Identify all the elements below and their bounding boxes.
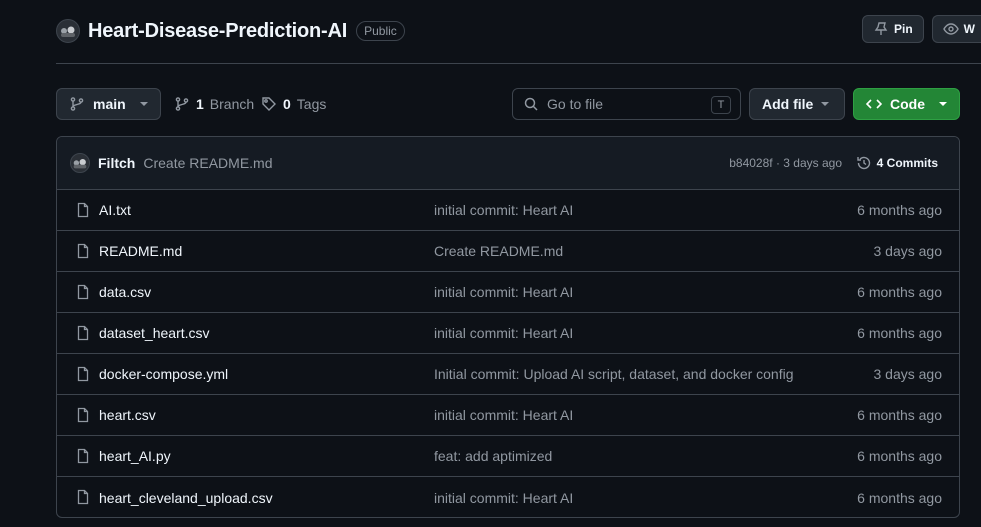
repo-header: Heart-Disease-Prediction-AI Public Pin W <box>56 15 981 46</box>
commit-author[interactable]: Filtch <box>98 155 135 171</box>
file-name[interactable]: dataset_heart.csv <box>99 325 210 341</box>
chevron-down-icon <box>140 102 148 106</box>
file-row[interactable]: heart_AI.py feat: add aptimized 6 months… <box>57 436 959 477</box>
file-row[interactable]: dataset_heart.csv initial commit: Heart … <box>57 313 959 354</box>
commits-label: 4 Commits <box>876 156 938 170</box>
file-row[interactable]: heart.csv initial commit: Heart AI 6 mon… <box>57 395 959 436</box>
repo-page: Heart-Disease-Prediction-AI Public Pin W <box>0 0 981 527</box>
file-table: Filtch Create README.md b84028f · 3 days… <box>56 136 960 518</box>
file-icon <box>77 202 89 218</box>
go-to-file-search[interactable]: T <box>512 88 741 120</box>
file-commit-message[interactable]: Create README.md <box>434 243 563 259</box>
file-date: 6 months ago <box>857 325 942 341</box>
pin-icon <box>874 22 888 35</box>
commit-hash-time[interactable]: b84028f · 3 days ago <box>729 156 842 170</box>
file-date: 6 months ago <box>857 407 942 423</box>
branches-count: 1 <box>196 96 204 112</box>
header-actions: Pin W <box>862 15 981 43</box>
file-commit-message[interactable]: initial commit: Heart AI <box>434 407 573 423</box>
search-icon <box>524 97 538 111</box>
watch-button[interactable]: W <box>931 15 981 43</box>
file-name[interactable]: AI.txt <box>99 202 131 218</box>
file-icon <box>77 448 89 464</box>
file-icon <box>77 366 89 382</box>
file-name[interactable]: heart_AI.py <box>99 448 171 464</box>
file-commit-message[interactable]: initial commit: Heart AI <box>434 325 573 341</box>
author-avatar[interactable] <box>70 153 90 173</box>
file-commit-message[interactable]: Initial commit: Upload AI script, datase… <box>434 366 794 382</box>
header-divider <box>56 63 981 64</box>
branch-icon <box>70 97 84 111</box>
search-input[interactable] <box>547 96 707 112</box>
eye-icon <box>942 23 959 35</box>
commit-message[interactable]: Create README.md <box>143 155 272 171</box>
file-icon <box>77 243 89 259</box>
tag-icon <box>262 97 276 111</box>
file-row[interactable]: docker-compose.yml Initial commit: Uploa… <box>57 354 959 395</box>
tags-link[interactable]: 0 Tags <box>261 88 326 120</box>
branch-label: main <box>93 96 126 112</box>
shortcut-hint: T <box>711 96 731 114</box>
file-commit-message[interactable]: feat: add aptimized <box>434 448 552 464</box>
file-row[interactable]: AI.txt initial commit: Heart AI 6 months… <box>57 190 959 231</box>
file-name[interactable]: heart_cleveland_upload.csv <box>99 490 273 506</box>
file-date: 3 days ago <box>873 243 943 259</box>
file-row[interactable]: data.csv initial commit: Heart AI 6 mont… <box>57 272 959 313</box>
branch-selector[interactable]: main <box>56 88 161 120</box>
file-commit-message[interactable]: initial commit: Heart AI <box>434 202 573 218</box>
code-icon <box>866 99 882 109</box>
file-commit-message[interactable]: initial commit: Heart AI <box>434 284 573 300</box>
file-icon <box>77 489 89 505</box>
watch-label: W <box>963 22 975 36</box>
visibility-badge: Public <box>356 21 405 41</box>
branch-icon <box>175 97 189 111</box>
latest-commit-bar: Filtch Create README.md b84028f · 3 days… <box>57 137 959 190</box>
file-name[interactable]: README.md <box>99 243 182 259</box>
file-icon <box>77 325 89 341</box>
repo-toolbar: main 1 Branch 0 Tags T Add f <box>56 88 960 120</box>
tags-count: 0 <box>283 96 291 112</box>
code-label: Code <box>890 96 925 112</box>
add-file-label: Add file <box>762 96 814 112</box>
tags-label: Tags <box>296 96 327 112</box>
pin-label: Pin <box>894 22 913 36</box>
file-icon <box>77 407 89 423</box>
repo-name[interactable]: Heart-Disease-Prediction-AI <box>88 20 347 43</box>
branches-link[interactable]: 1 Branch <box>174 88 254 120</box>
code-button[interactable]: Code <box>853 88 960 120</box>
branches-label: Branch <box>209 96 255 112</box>
file-icon <box>77 284 89 300</box>
chevron-down-icon <box>821 102 830 106</box>
history-icon <box>856 156 870 170</box>
file-date: 6 months ago <box>857 284 942 300</box>
commits-link[interactable]: 4 Commits <box>856 155 938 171</box>
file-date: 6 months ago <box>857 448 942 464</box>
file-row[interactable]: heart_cleveland_upload.csv initial commi… <box>57 477 959 517</box>
file-name[interactable]: docker-compose.yml <box>99 366 228 382</box>
file-row[interactable]: README.md Create README.md 3 days ago <box>57 231 959 272</box>
file-list: AI.txt initial commit: Heart AI 6 months… <box>57 190 959 517</box>
add-file-button[interactable]: Add file <box>749 88 845 120</box>
file-date: 6 months ago <box>857 489 942 506</box>
pin-button[interactable]: Pin <box>862 15 924 43</box>
file-name[interactable]: heart.csv <box>99 407 156 423</box>
file-date: 6 months ago <box>857 202 942 218</box>
file-commit-message[interactable]: initial commit: Heart AI <box>434 490 573 506</box>
owner-avatar[interactable] <box>56 19 80 43</box>
chevron-down-icon <box>939 102 947 106</box>
file-name[interactable]: data.csv <box>99 284 151 300</box>
file-date: 3 days ago <box>873 366 943 382</box>
